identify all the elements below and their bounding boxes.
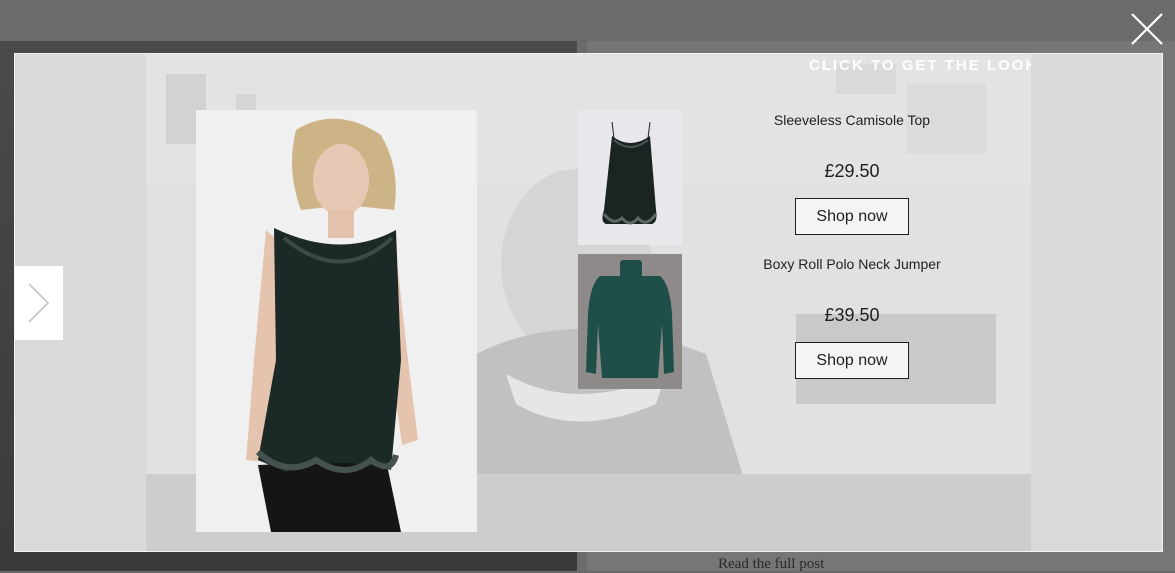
shop-now-button[interactable]: Shop now [795,198,909,235]
product-card-jumper: Boxy Roll Polo Neck Jumper £39.50 Shop n… [736,255,968,379]
product-price: £29.50 [824,161,880,181]
get-the-look-heading: CLICK TO GET THE LOOK [809,57,1031,74]
product-price: £39.50 [824,305,880,325]
next-slide-button[interactable] [15,266,63,340]
model-photo [196,110,477,532]
close-overlay-icon[interactable] [1128,10,1166,48]
product-name: Boxy Roll Polo Neck Jumper [763,256,941,272]
product-card-camisole: Sleeveless Camisole Top £29.50 Shop now [736,111,968,235]
shop-now-button[interactable]: Shop now [795,342,909,379]
camisole-thumbnail[interactable] [578,110,682,245]
look-stage: CLICK TO GET THE LOOK Sleeveless Camisol… [146,54,1031,551]
chevron-right-icon [28,283,50,323]
jumper-image [578,254,682,389]
jumper-thumbnail[interactable] [578,254,682,389]
camisole-image [578,110,682,245]
get-the-look-lightbox: CLICK TO GET THE LOOK Sleeveless Camisol… [14,53,1163,552]
read-full-post-link[interactable]: Read the full post [718,556,824,573]
product-name: Sleeveless Camisole Top [773,112,931,128]
